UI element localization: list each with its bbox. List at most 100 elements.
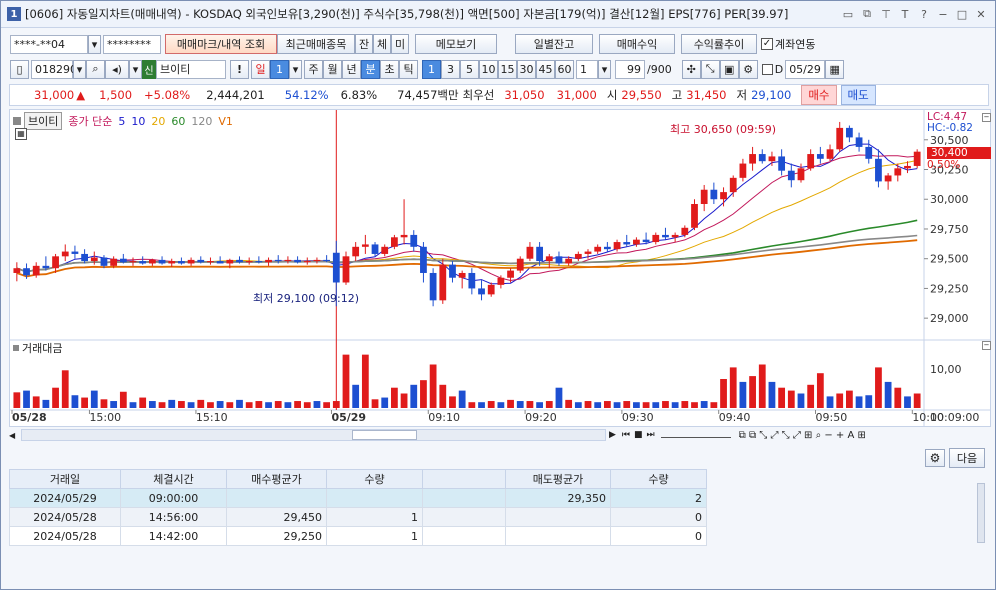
period-day-button[interactable]: 일 — [251, 59, 270, 79]
account-field[interactable]: ****-**04 — [10, 34, 88, 54]
table-row[interactable]: 2024/05/29 09:00:00 29,350 2 — [9, 488, 707, 508]
price-chart-svg[interactable]: 30,50030,25030,00029,75029,50029,25029,0… — [10, 110, 990, 426]
draw-tool-icon[interactable]: ⤡ — [700, 59, 720, 79]
password-field[interactable]: ******** — [103, 34, 161, 54]
table-row[interactable]: 2024/05/28 14:42:00 29,250 1 0 — [9, 526, 707, 546]
code-dropdown-icon[interactable]: ▾ — [73, 59, 86, 79]
volume-bar — [633, 402, 640, 408]
search-icon[interactable]: ⌕ — [86, 59, 105, 79]
interval-button-60[interactable]: 60 — [555, 59, 574, 79]
account-dropdown-icon[interactable]: ▾ — [88, 34, 101, 54]
y-tick-label: 29,250 — [930, 282, 969, 295]
volume-bar — [826, 396, 834, 408]
play-rewind-icon[interactable]: ⏮ — [622, 430, 630, 440]
interval-button-10[interactable]: 10 — [479, 59, 498, 79]
unexecuted-button[interactable]: 미 — [391, 34, 409, 54]
view-count-field[interactable]: 99 — [615, 59, 645, 79]
save-icon[interactable]: ▣ — [719, 59, 739, 79]
buy-button[interactable]: 매수 — [801, 85, 837, 105]
table-row[interactable]: 2024/05/28 14:56:00 29,450 1 0 — [9, 507, 707, 527]
settings-gear-icon[interactable]: ⚙ — [925, 449, 945, 467]
period-second-button[interactable]: 초 — [380, 59, 399, 79]
period-tick-button[interactable]: 틱 — [399, 59, 418, 79]
font-size-icon[interactable]: T — [897, 6, 913, 22]
gear-icon[interactable]: ⚙ — [738, 59, 758, 79]
period-num-field[interactable]: 1 — [270, 59, 289, 79]
col-sell-qty: 수량 — [610, 469, 707, 489]
chart-toolbar: ▯ 018290 ▾ ⌕ ◂) ▾ 신 브이티 ! 일 1 ▾ 주 월 년 분 … — [1, 57, 845, 81]
interval-button-15[interactable]: 15 — [498, 59, 517, 79]
play-forward-icon[interactable]: ⏭ — [647, 430, 655, 440]
chart-tools-icons[interactable]: ⧉ ⧉ ⤡ ⤢ ⤡ ⤢ ⊞ ⌕ − + A ⊞ — [739, 430, 866, 441]
recent-trades-button[interactable]: 최근매매종목 — [277, 34, 355, 54]
volume-bar — [148, 401, 156, 408]
close-icon[interactable]: ✕ — [973, 6, 989, 22]
maximize-icon[interactable]: □ — [954, 6, 970, 22]
volume-bar — [71, 395, 79, 408]
minimize-icon[interactable]: − — [935, 6, 951, 22]
sell-button[interactable]: 매도 — [840, 85, 876, 105]
date-checkbox[interactable] — [761, 63, 773, 75]
daily-balance-button[interactable]: 일별잔고 — [515, 34, 593, 54]
trade-mark-query-button[interactable]: 매매마크/내역 조회 — [165, 34, 277, 54]
grid-toggle-icon[interactable]: ▦ — [15, 128, 27, 140]
candle-body — [487, 284, 495, 295]
up-arrow-icon: ▲ — [76, 88, 86, 102]
window-copy-icon[interactable]: ⧉ — [859, 6, 875, 22]
candle-body — [574, 253, 582, 259]
executed-button[interactable]: 체 — [373, 34, 391, 54]
stock-name-field[interactable]: 브이티 — [156, 59, 226, 79]
stop-icon[interactable]: ■ — [634, 430, 643, 440]
calendar-icon[interactable]: ▦ — [825, 59, 845, 79]
sound-icon[interactable]: ◂) — [105, 59, 129, 79]
volume-legend-icon — [13, 345, 19, 351]
candle-body — [410, 234, 418, 247]
interval-button-30[interactable]: 30 — [517, 59, 536, 79]
speed-slider[interactable] — [660, 432, 731, 438]
volume-bar — [323, 402, 331, 408]
period-minute-button[interactable]: 분 — [361, 59, 380, 79]
window-restore-icon[interactable]: ▭ — [840, 6, 856, 22]
table-scrollbar[interactable] — [977, 483, 985, 543]
scroll-track[interactable] — [21, 429, 606, 441]
period-year-button[interactable]: 년 — [342, 59, 361, 79]
interval-button-5[interactable]: 5 — [460, 59, 479, 79]
price-panel-icon[interactable]: − — [982, 113, 991, 122]
interval-button-45[interactable]: 45 — [536, 59, 555, 79]
volume-bar — [42, 399, 50, 408]
memo-view-button[interactable]: 메모보기 — [415, 34, 497, 54]
balance-button[interactable]: 잔 — [355, 34, 373, 54]
period-dropdown-icon[interactable]: ▾ — [289, 59, 302, 79]
profit-trend-button[interactable]: 수익률추이 — [681, 34, 757, 54]
chart-panel[interactable]: 30,500 30,250 30,000 29,750 29,500 29,250 29,0… — [9, 109, 991, 427]
volume-panel-icon[interactable]: − — [982, 341, 991, 350]
count-dropdown-icon[interactable]: ▾ — [598, 59, 611, 79]
trade-profit-button[interactable]: 매매수익 — [599, 34, 675, 54]
high-annotation: 최고 30,650 (09:59) — [670, 123, 777, 136]
alert-icon[interactable]: ! — [230, 59, 249, 79]
scroll-right-icon[interactable]: ▶ — [609, 430, 616, 440]
help-icon[interactable]: ? — [916, 6, 932, 22]
pin-icon[interactable]: ⊤ — [878, 6, 894, 22]
scroll-thumb[interactable] — [352, 430, 417, 440]
volume-bar — [787, 390, 795, 408]
legend-stock-name[interactable]: 브이티 — [24, 112, 63, 130]
sound-dropdown-icon[interactable]: ▾ — [129, 59, 142, 79]
account-link-checkbox[interactable]: ✓ 계좌연동 — [761, 36, 815, 52]
period-week-button[interactable]: 주 — [304, 59, 323, 79]
date-field[interactable]: 05/29 — [785, 59, 826, 79]
ma-legend-10: 10 — [131, 114, 146, 128]
scroll-left-icon[interactable]: ◀ — [9, 431, 21, 440]
next-button[interactable]: 다음 — [949, 448, 985, 468]
volume-bar — [681, 401, 689, 408]
period-month-button[interactable]: 월 — [323, 59, 342, 79]
interval-button-3[interactable]: 3 — [441, 59, 460, 79]
chart-type-icon[interactable]: ▯ — [10, 59, 29, 79]
crosshair-icon[interactable]: ✣ — [681, 59, 701, 79]
count-select[interactable]: 1 — [576, 59, 598, 79]
candle-body — [855, 137, 863, 147]
interval-button-1[interactable]: 1 — [422, 59, 441, 79]
volume-bar — [236, 399, 243, 408]
title-bar: 1 [0606] 자동일지차트(매매내역) - KOSDAQ 외국인보유[3,2… — [1, 1, 995, 28]
stock-code-field[interactable]: 018290 — [31, 59, 77, 79]
